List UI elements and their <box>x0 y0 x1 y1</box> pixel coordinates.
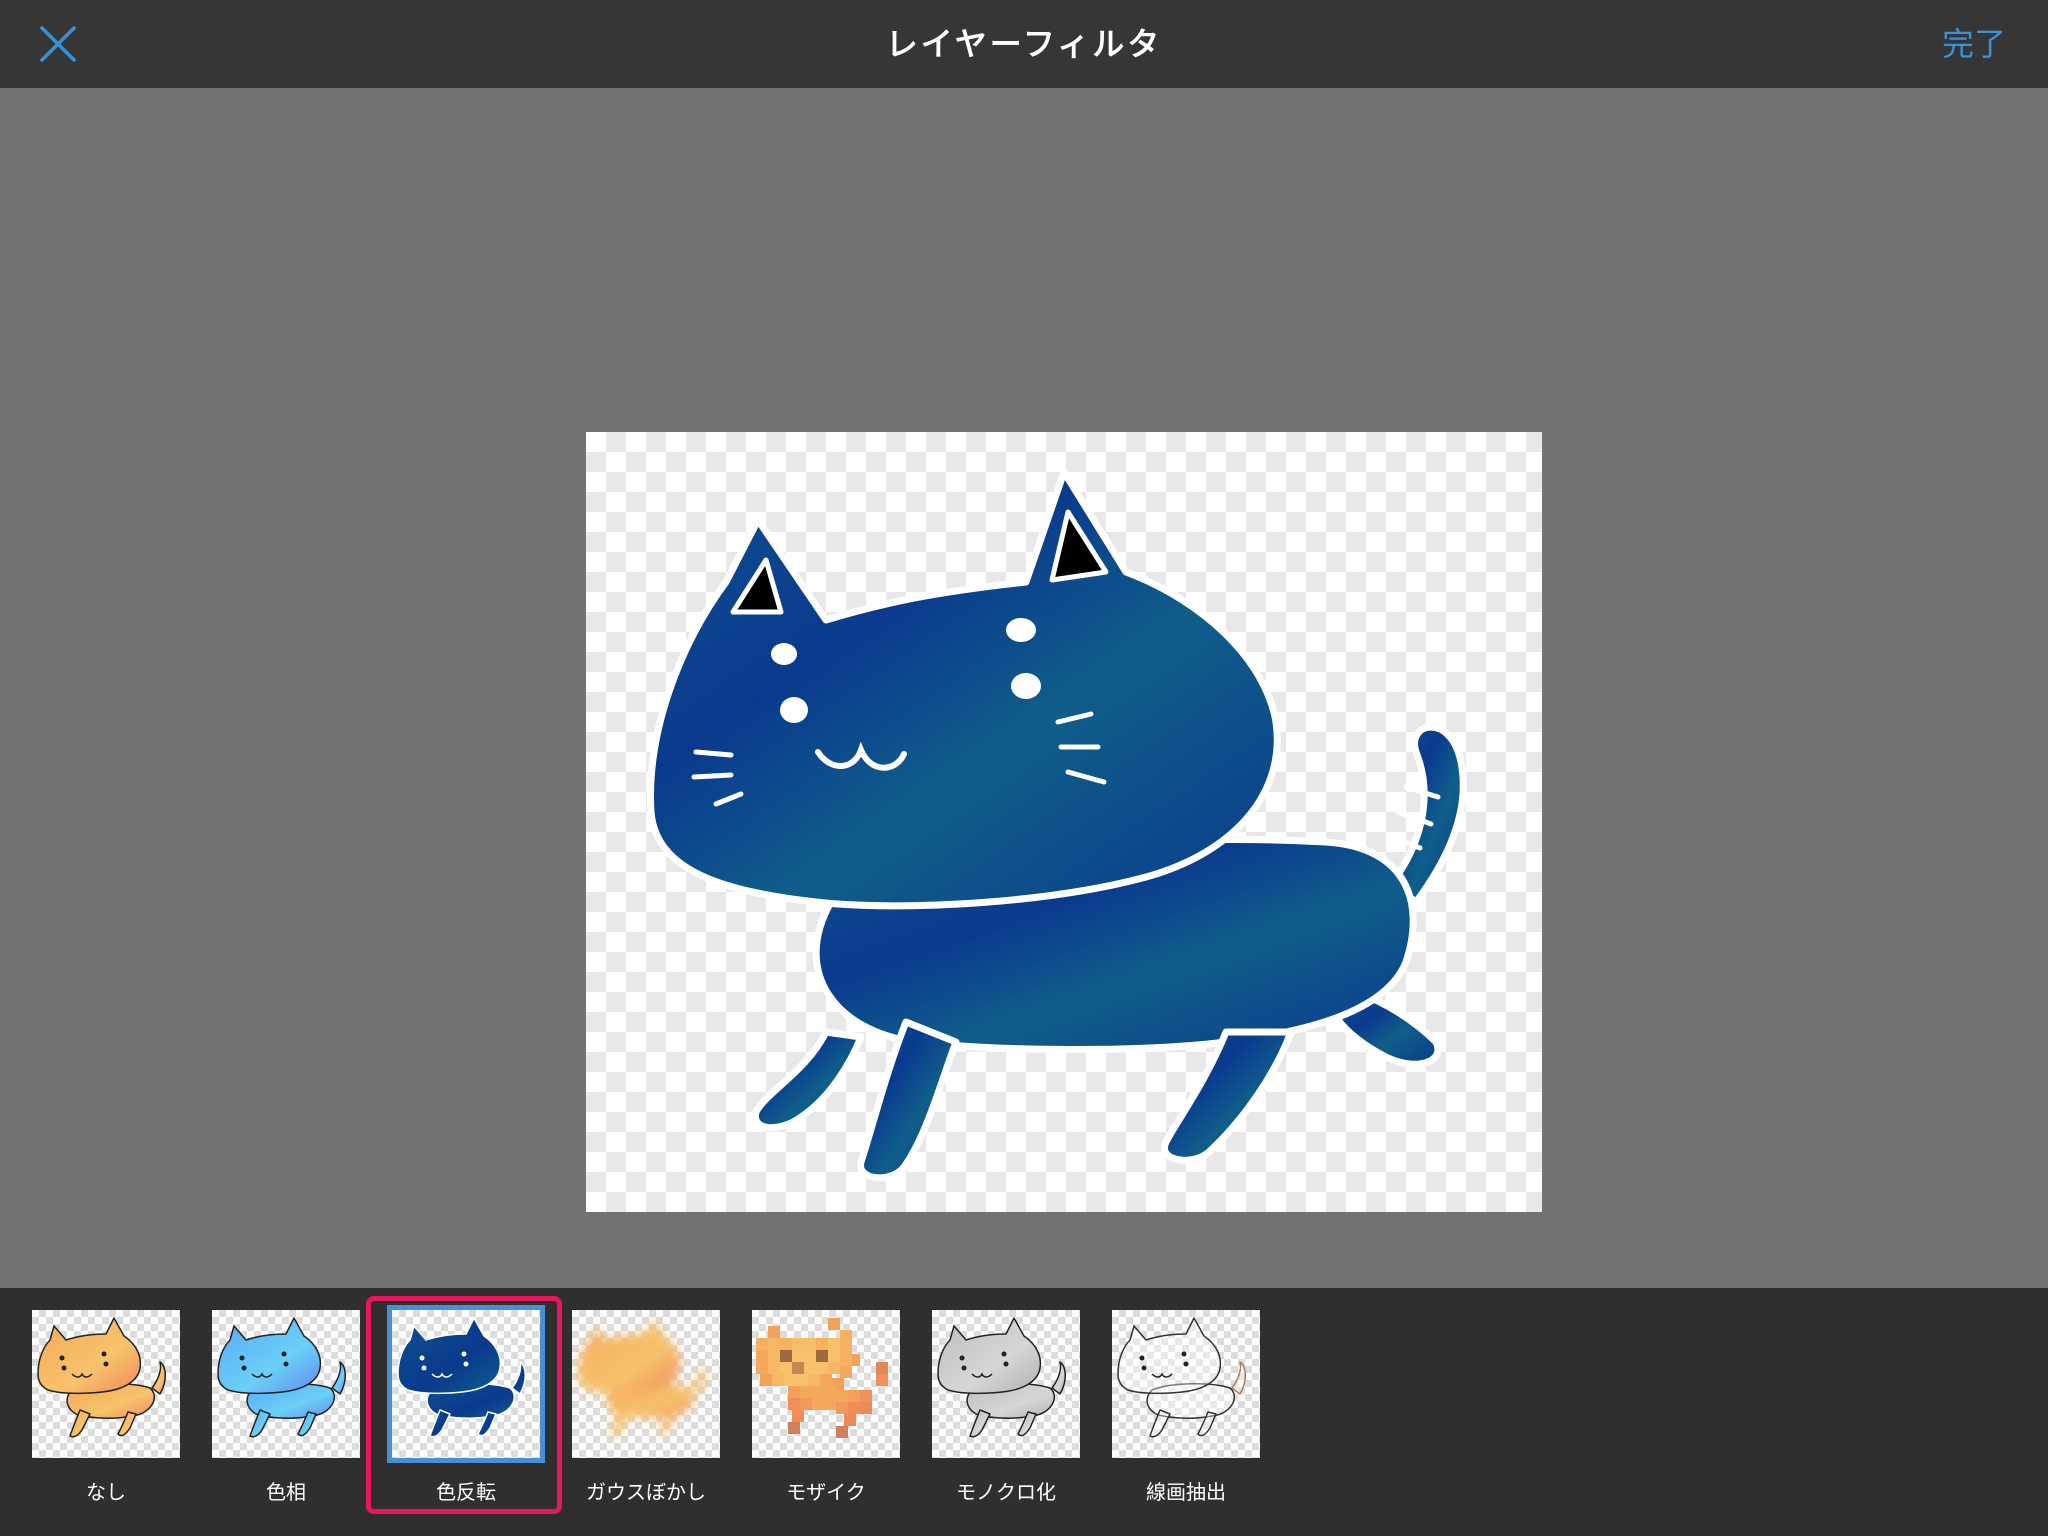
filter-thumbnail <box>752 1310 900 1458</box>
canvas-preview[interactable] <box>586 432 1542 1212</box>
filter-line-extraction[interactable]: 線画抽出 <box>1112 1310 1262 1510</box>
layer-filter-screen: レイヤーフィルタ 完了 なし 色相 色反転 ガウスぼかし モザイク モノクロ化 … <box>0 0 2048 1536</box>
filter-label: ガウスぼかし <box>586 1480 706 1504</box>
filter-mosaic[interactable]: モザイク <box>752 1310 902 1510</box>
cat-illustration <box>647 468 1467 1182</box>
filter-label: 線画抽出 <box>1146 1480 1226 1504</box>
done-button[interactable]: 完了 <box>1942 22 2006 66</box>
filter-label: モザイク <box>786 1480 866 1504</box>
filter-thumbnail <box>212 1310 360 1458</box>
filter-gaussian-blur[interactable]: ガウスぼかし <box>572 1310 722 1510</box>
filter-strip: なし 色相 色反転 ガウスぼかし モザイク モノクロ化 線画抽出 <box>0 1288 2048 1536</box>
filter-monochrome[interactable]: モノクロ化 <box>932 1310 1082 1510</box>
filter-label: なし <box>86 1480 126 1504</box>
filter-none[interactable]: なし <box>32 1310 182 1510</box>
filter-thumbnail <box>572 1310 720 1458</box>
filter-hue[interactable]: 色相 <box>212 1310 362 1510</box>
filter-label: 色反転 <box>436 1480 496 1504</box>
filter-label: 色相 <box>266 1480 306 1504</box>
filter-thumbnail <box>392 1310 540 1458</box>
filter-thumbnail <box>32 1310 180 1458</box>
preview-area <box>0 88 2048 1288</box>
filter-thumbnail <box>932 1310 1080 1458</box>
top-bar: レイヤーフィルタ 完了 <box>0 0 2048 88</box>
filter-thumbnail <box>1112 1310 1260 1458</box>
page-title: レイヤーフィルタ <box>885 25 1163 63</box>
filter-invert[interactable]: 色反転 <box>392 1310 542 1510</box>
filter-label: モノクロ化 <box>956 1480 1056 1504</box>
